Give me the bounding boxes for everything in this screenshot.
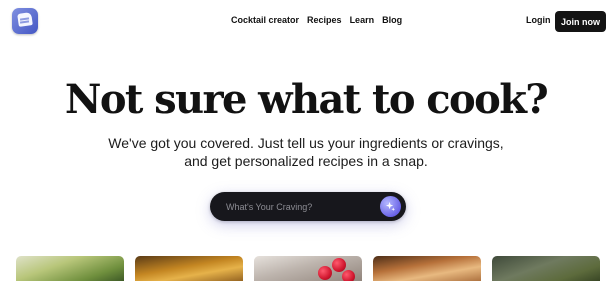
craving-search-bar — [210, 192, 406, 221]
sparkle-icon — [385, 201, 396, 212]
search-submit-button[interactable] — [380, 196, 401, 217]
raspberry-shape — [318, 266, 332, 280]
raspberry-shape — [342, 270, 355, 281]
recipe-card-image[interactable] — [135, 256, 243, 281]
login-link[interactable]: Login — [526, 15, 551, 25]
hero-subtitle-line-2: and get personalized recipes in a snap. — [184, 153, 428, 169]
nav-link-cocktail-creator[interactable]: Cocktail creator — [231, 15, 299, 25]
nav-links: Cocktail creator Recipes Learn Blog — [231, 15, 402, 25]
recipe-card-image[interactable] — [492, 256, 600, 281]
top-navigation: Cocktail creator Recipes Learn Blog Logi… — [0, 0, 612, 44]
nav-link-recipes[interactable]: Recipes — [307, 15, 342, 25]
nav-link-blog[interactable]: Blog — [382, 15, 402, 25]
raspberry-shape — [332, 258, 346, 272]
app-logo[interactable] — [12, 8, 38, 34]
recipe-card-image[interactable] — [373, 256, 481, 281]
join-now-button[interactable]: Join now — [555, 11, 606, 32]
recipe-card-image[interactable] — [16, 256, 124, 281]
nav-link-learn[interactable]: Learn — [350, 15, 375, 25]
hero-headline: Not sure what to cook? — [64, 76, 549, 123]
hero-subtitle-line-1: We've got you covered. Just tell us your… — [108, 135, 504, 151]
recipe-card-image[interactable] — [254, 256, 362, 281]
craving-search-input[interactable] — [226, 199, 376, 214]
